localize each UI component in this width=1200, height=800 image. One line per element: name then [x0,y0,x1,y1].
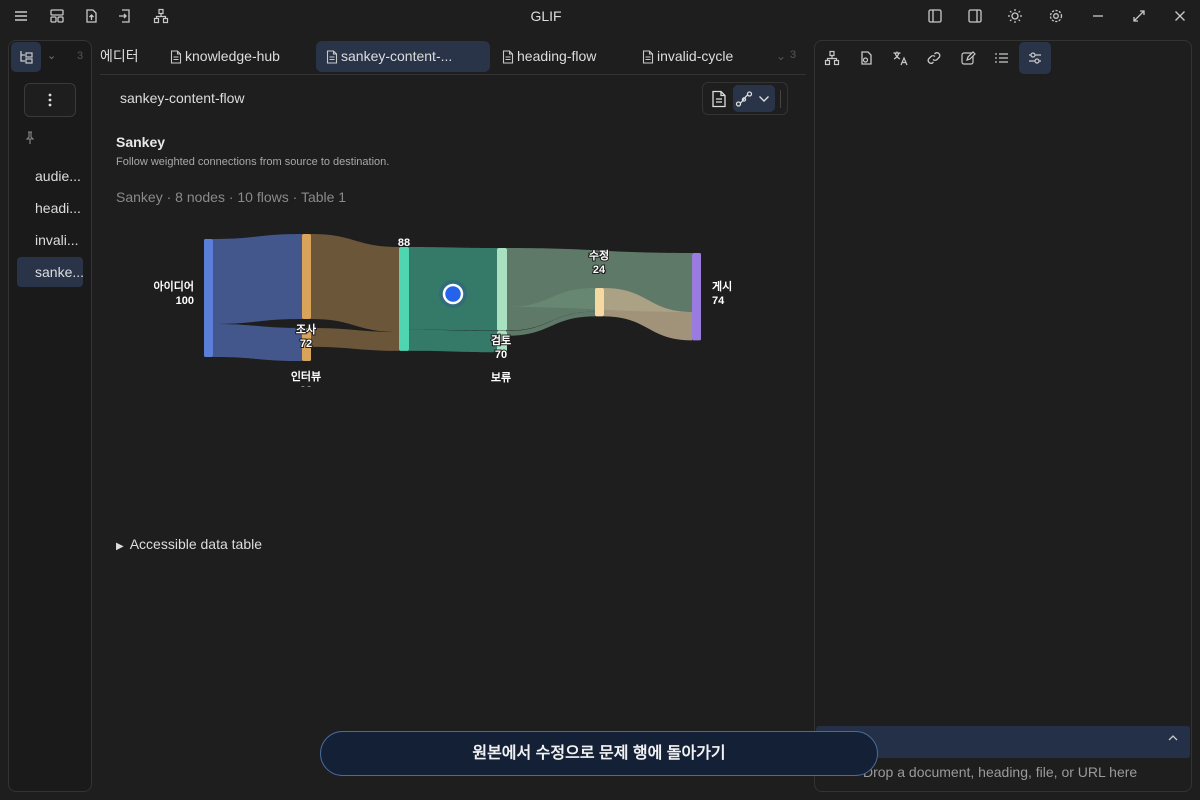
accessible-table-toggle[interactable]: ▶ Accessible data table [116,536,262,552]
tab-heading-flow[interactable]: heading-flow [498,41,632,72]
drop-zone-placeholder[interactable]: Drop a document, heading, file, or URL h… [863,764,1137,780]
sankey-node-value-research: 72 [300,338,312,350]
tab-divider [100,74,806,75]
tab-overflow-chevron-icon[interactable]: ⌄ [776,49,786,63]
file-item-audience[interactable]: audie... [17,161,83,191]
sankey-node-publish[interactable] [692,253,701,341]
sliders-icon [1029,52,1041,64]
chart-heading: Sankey [116,134,166,150]
tab-overflow-count: 3 [790,49,797,61]
more-options-button[interactable] [24,83,76,117]
sankey-node-label-edit: 수정 [589,248,609,262]
sankey-node-value-publish: 74 [712,295,725,307]
sankey-link-idea-research[interactable] [213,234,302,324]
tab-label: invalid-cycle [657,48,734,64]
sankey-node-label-research: 조사 [296,322,317,336]
chart-meta: Sankey · 8 nodes · 10 flows · Table 1 [116,189,347,205]
tab-sankey-content-flow[interactable]: sankey-content-... [316,41,490,72]
right-sidebar-toggle-icon[interactable] [966,7,984,25]
sankey-node-value-idea: 100 [176,295,194,307]
translate-icon[interactable] [891,49,909,67]
flow-curve-icon [734,89,754,109]
file-icon [642,50,654,64]
tab-label: heading-flow [517,48,597,64]
sankey-node-label-interview: 인터뷰 [291,369,321,383]
sankey-node-value-edit: 24 [593,264,606,276]
sankey-node-edit[interactable] [595,288,604,317]
sankey-link-idea-interview[interactable] [213,323,302,362]
file-item-invalid[interactable]: invali... [17,225,83,255]
file-tree-icon [20,51,33,64]
sankey-node-idea[interactable] [204,239,213,357]
sankey-node-value-interview: 28 [300,385,312,387]
view-toggle-group [702,82,788,115]
sun-icon[interactable] [1006,7,1024,25]
vertical-dots-icon [48,93,52,107]
sankey-node-label-idea: 아이디어 [154,279,194,293]
note-title: sankey-content-flow [120,90,245,106]
tab-invalid-cycle[interactable]: invalid-cycle [638,41,770,72]
file-item-sankey[interactable]: sanke... [17,257,83,287]
tab-label: 에디터 [100,48,139,64]
tab-left-chevron-icon[interactable]: ⌄ [47,49,56,62]
sankey-node-label-hold: 보류 [491,371,511,384]
file-icon [502,50,514,64]
sankey-node-value-review: 70 [495,349,507,361]
tab-label: knowledge-hub [185,48,280,64]
sankey-link-research-draft[interactable] [311,234,399,332]
triangle-right-icon: ▶ [116,541,124,552]
sankey-node-value-draft: 88 [398,237,410,249]
toggle-divider [780,90,781,108]
maximize-icon[interactable] [1130,7,1148,25]
edit-icon[interactable] [959,49,977,67]
gear-icon[interactable] [1047,7,1065,25]
sankey-node-label-review: 검토 [491,334,511,347]
link-icon[interactable] [925,49,943,67]
tab-label: sankey-content-... [341,48,453,64]
right-sidebar-panel: 0 Drop a document, heading, file, or URL… [814,40,1192,792]
tab-left-count: 3 [77,50,84,62]
sankey-node-review[interactable] [497,248,507,331]
tab-knowledge-hub[interactable]: knowledge-hub [166,41,310,72]
chevron-up-icon[interactable] [1168,734,1178,742]
title-bar: GLIF [0,0,1200,34]
sankey-node-draft[interactable] [399,247,409,351]
file-tree-tab[interactable] [11,42,41,72]
graph-tree-icon[interactable] [823,49,841,67]
accessible-table-label: Accessible data table [129,536,263,552]
sankey-node-research[interactable] [302,234,311,319]
pin-icon[interactable] [24,131,36,145]
document-view-icon[interactable] [708,88,730,110]
sankey-node-label-publish: 게시 [712,279,732,293]
sankey-link-draft-hold[interactable] [409,329,497,353]
file-item-heading[interactable]: headi... [17,193,83,223]
file-icon [170,50,182,64]
left-sidebar-toggle-icon[interactable] [926,7,944,25]
sankey-node-value-hold: 18 [495,386,507,387]
chevron-down-icon [757,92,771,106]
minimize-icon[interactable] [1089,7,1107,25]
close-icon[interactable] [1171,7,1189,25]
diagram-view-button[interactable] [733,85,775,112]
chart-description: Follow weighted connections from source … [116,156,390,168]
file-explorer-panel: ⌄ 3 audie... headi... invali... sanke... [8,40,92,792]
sankey-chart: 아이디어 100 조사 72 인터뷰 28 88 검토 70 보류 18 수정 24 게시 74 [153,234,733,387]
list-icon[interactable] [993,49,1011,67]
file-link-icon[interactable] [857,49,875,67]
tab-editor[interactable]: 에디터 [100,41,156,72]
properties-tab[interactable] [1019,42,1051,74]
return-to-problem-row-button[interactable]: 원본에서 수정으로 문제 행에 돌아가기 [320,731,878,776]
cursor-marker [442,283,464,305]
file-icon [326,50,338,64]
